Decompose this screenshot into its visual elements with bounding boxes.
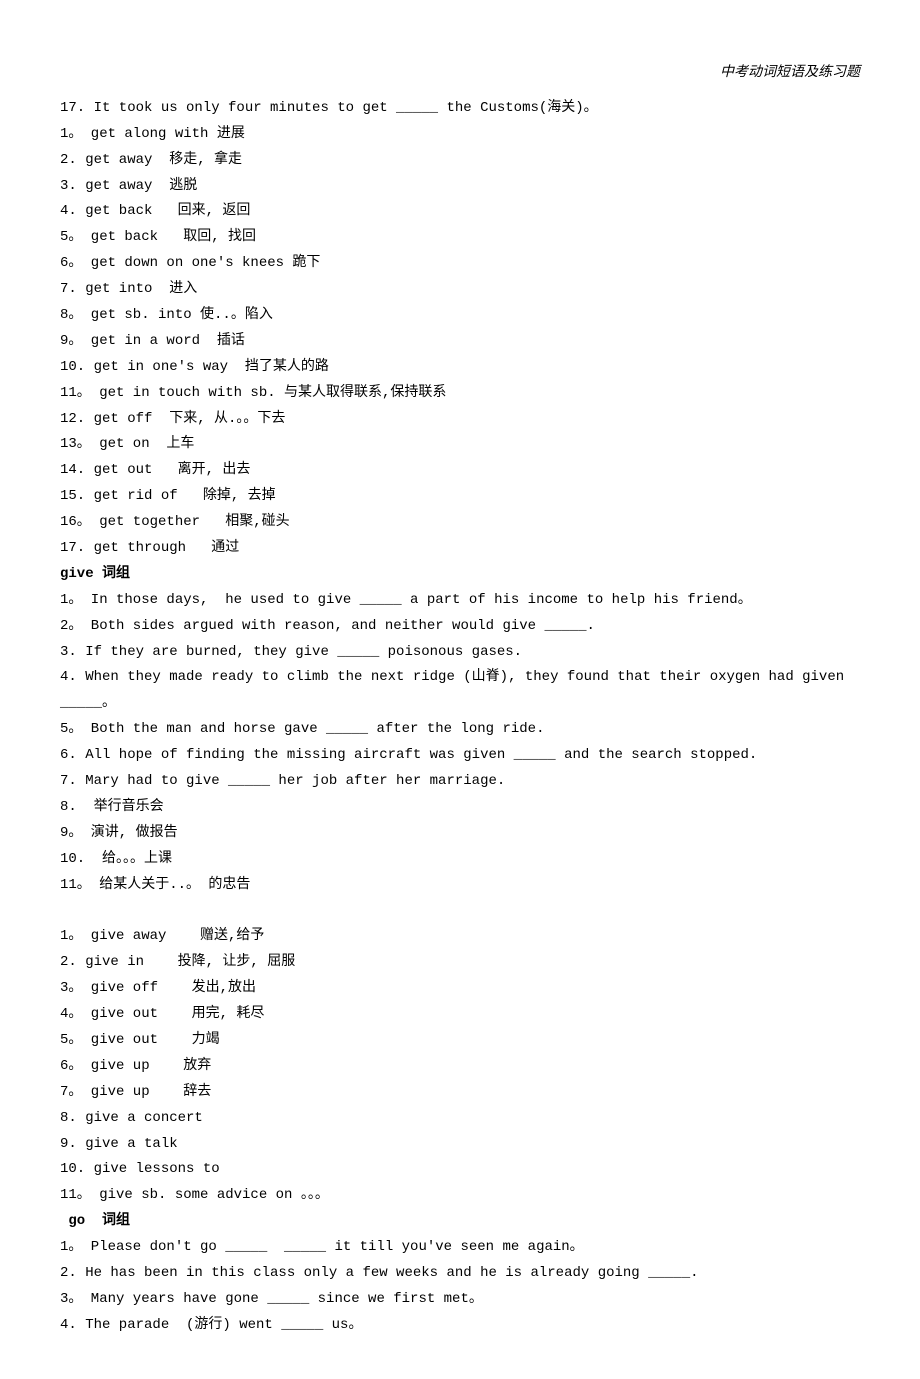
text-line: 11。 给某人关于..。 的忠告 [60,873,880,899]
text-line: 1。 give away 赠送,给予 [60,924,880,950]
text-line: 14. get out 离开, 出去 [60,458,880,484]
text-line: 9。 演讲, 做报告 [60,821,880,847]
text-line: 2. give in 投降, 让步, 屈服 [60,950,880,976]
text-line: 9。 get in a word 插话 [60,329,880,355]
text-line: 3。 Many years have gone _____ since we f… [60,1287,880,1313]
text-line: 10. get in one's way 挡了某人的路 [60,355,880,381]
text-line: give 词组 [60,562,880,588]
text-line: 1。 In those days, he used to give _____ … [60,588,880,614]
text-line: 8。 get sb. into 使..。陷入 [60,303,880,329]
text-line: 4. get back 回来, 返回 [60,199,880,225]
text-line: 5。 give out 力竭 [60,1028,880,1054]
text-line: 3. If they are burned, they give _____ p… [60,640,880,666]
text-line: 17. get through 通过 [60,536,880,562]
text-line: 6。 give up 放弃 [60,1054,880,1080]
text-line: 2。 Both sides argued with reason, and ne… [60,614,880,640]
text-line: 7. get into 进入 [60,277,880,303]
page-header: 中考动词短语及练习题 [60,60,880,86]
text-line: 11。 get in touch with sb. 与某人取得联系,保持联系 [60,381,880,407]
text-line: 3。 give off 发出,放出 [60,976,880,1002]
document-body: 17. It took us only four minutes to get … [60,96,880,1339]
text-line: 8. give a concert [60,1106,880,1132]
text-line: 7. Mary had to give _____ her job after … [60,769,880,795]
text-line: 3. get away 逃脱 [60,174,880,200]
text-line: 6. All hope of finding the missing aircr… [60,743,880,769]
text-line: 13。 get on 上车 [60,432,880,458]
text-line: 12. get off 下来, 从.。。下去 [60,407,880,433]
text-line: 8. 举行音乐会 [60,795,880,821]
text-line: 10. 给。。。上课 [60,847,880,873]
text-line: 1。 Please don't go _____ _____ it till y… [60,1235,880,1261]
text-line: 5。 get back 取回, 找回 [60,225,880,251]
text-line: 4. When they made ready to climb the nex… [60,665,880,717]
text-line: 10. give lessons to [60,1157,880,1183]
text-line: 2. get away 移走, 拿走 [60,148,880,174]
text-line: 11。 give sb. some advice on 。。。 [60,1183,880,1209]
text-line: 5。 Both the man and horse gave _____ aft… [60,717,880,743]
text-line: 7。 give up 辞去 [60,1080,880,1106]
text-line: 15. get rid of 除掉, 去掉 [60,484,880,510]
text-line: 9. give a talk [60,1132,880,1158]
text-line: 4。 give out 用完, 耗尽 [60,1002,880,1028]
text-line: 16。 get together 相聚,碰头 [60,510,880,536]
text-line [60,899,880,925]
text-line: go 词组 [60,1209,880,1235]
text-line: 2. He has been in this class only a few … [60,1261,880,1287]
text-line: 17. It took us only four minutes to get … [60,96,880,122]
text-line: 6。 get down on one's knees 跪下 [60,251,880,277]
text-line: 4. The parade (游行) went _____ us。 [60,1313,880,1339]
text-line: 1。 get along with 进展 [60,122,880,148]
